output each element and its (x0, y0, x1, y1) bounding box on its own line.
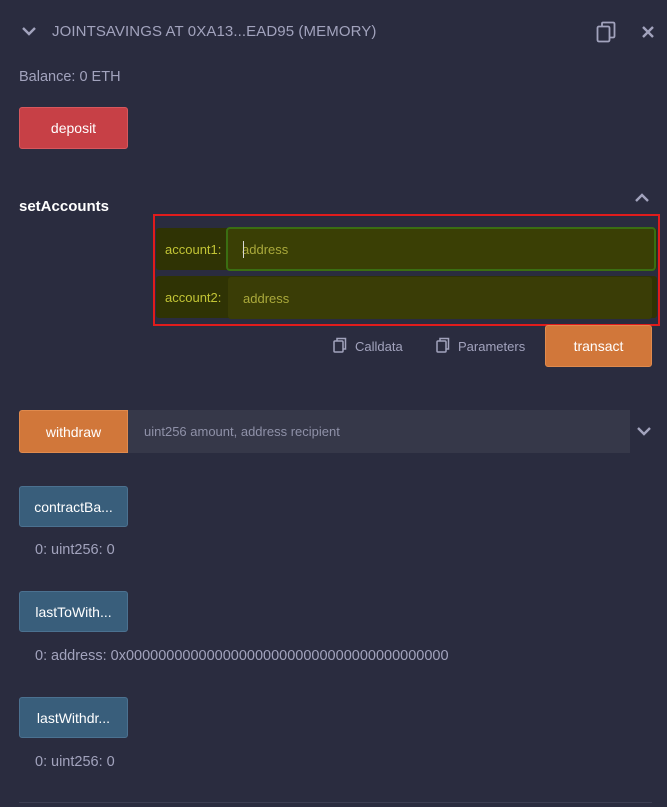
parameters-label: Parameters (458, 339, 526, 354)
last-withdraw-amount-result-index: 0: (35, 754, 48, 770)
contract-instance-title: JOINTSAVINGS AT 0XA13...EAD95 (MEMORY) (52, 23, 377, 40)
set-accounts-label: setAccounts (19, 198, 110, 215)
clipboard-icon (333, 337, 347, 356)
account1-input[interactable]: address (226, 227, 656, 271)
last-withdraw-amount-button[interactable]: lastWithdr... (19, 697, 128, 738)
deposit-button[interactable]: deposit (19, 107, 128, 149)
calldata-button[interactable]: Calldata (333, 337, 403, 356)
contract-balance-result: uint256: 0 (51, 542, 115, 558)
chevron-down-icon[interactable] (637, 426, 651, 436)
collapse-chevron-icon[interactable] (22, 26, 36, 36)
account2-label: account2: (165, 290, 222, 305)
chevron-up-icon[interactable] (635, 193, 649, 203)
balance-label: Balance: 0 ETH (19, 69, 121, 85)
calldata-label: Calldata (355, 339, 403, 354)
account2-input[interactable]: address (228, 277, 652, 319)
last-to-withdraw-result-index: 0: (35, 648, 48, 664)
last-to-withdraw-result: address: 0x00000000000000000000000000000… (51, 648, 449, 664)
account1-label: account1: (165, 242, 222, 257)
last-withdraw-amount-result: uint256: 0 (51, 754, 115, 770)
contract-balance-result-index: 0: (35, 542, 48, 558)
transact-button[interactable]: transact (545, 325, 652, 367)
section-divider (19, 802, 652, 803)
withdraw-button[interactable]: withdraw (19, 410, 128, 453)
text-cursor (243, 241, 244, 258)
parameters-button[interactable]: Parameters (436, 337, 525, 356)
clipboard-icon (436, 337, 450, 356)
last-to-withdraw-button[interactable]: lastToWith... (19, 591, 128, 632)
close-icon[interactable] (642, 26, 654, 38)
copy-icon[interactable] (596, 21, 616, 43)
contract-balance-button[interactable]: contractBa... (19, 486, 128, 527)
withdraw-params-input[interactable]: uint256 amount, address recipient (128, 410, 630, 453)
